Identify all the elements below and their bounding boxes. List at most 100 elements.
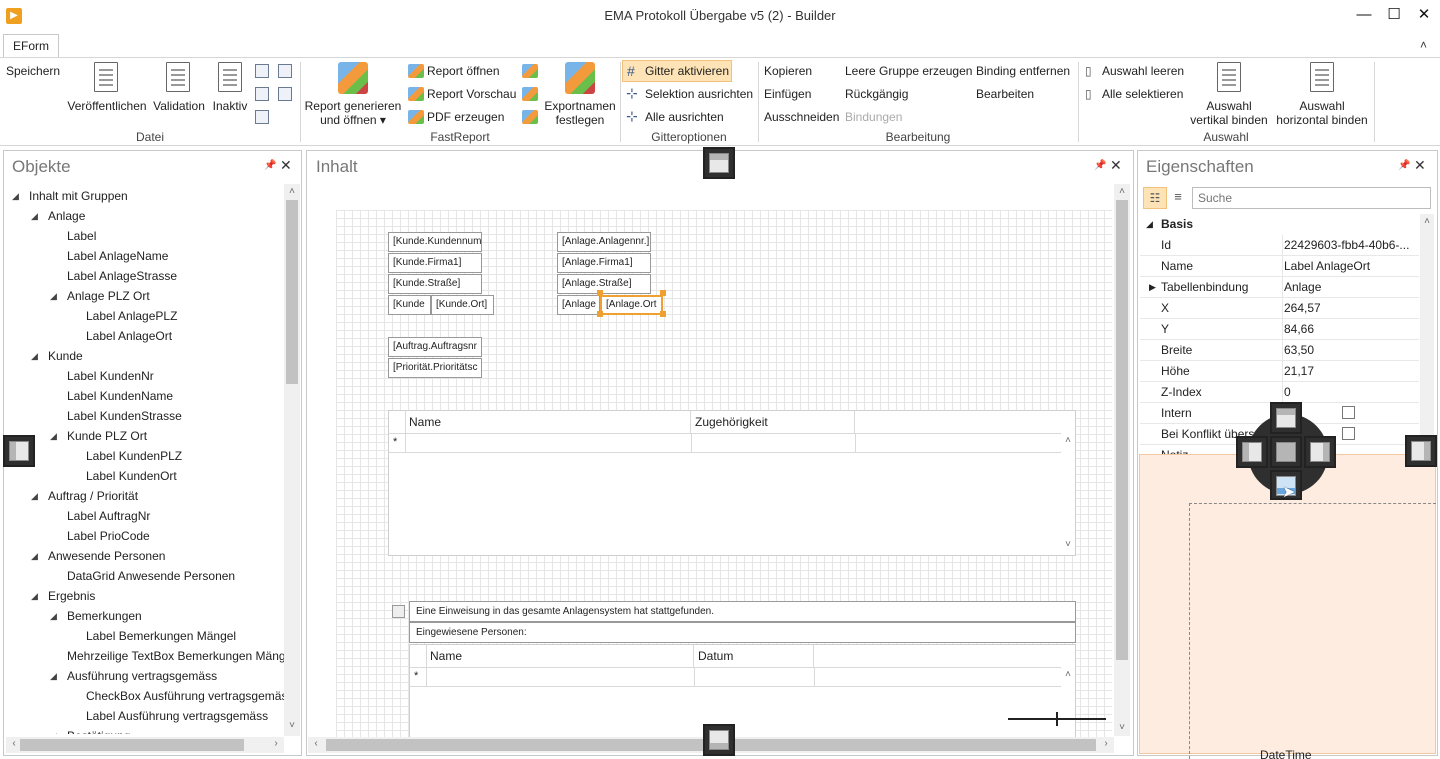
bind-horizontal-button[interactable]: Auswahl horizontal binden <box>1272 60 1372 127</box>
cut-button[interactable]: Ausschneiden <box>764 110 839 124</box>
field-kunde-plz[interactable]: [Kunde <box>388 295 431 315</box>
categorized-view-icon[interactable]: ☷ <box>1143 187 1167 209</box>
tree-item[interactable]: Label KundenPLZ <box>6 446 284 466</box>
tree-item[interactable]: Label Bemerkungen Mängel <box>6 626 284 646</box>
collapse-arrow-icon[interactable]: ◢ <box>1146 214 1153 234</box>
dock-compass-center-icon[interactable] <box>1270 436 1302 468</box>
scroll-thumb[interactable] <box>286 200 298 384</box>
inactive-button[interactable]: Inaktiv <box>210 60 250 116</box>
expand-arrow-icon[interactable]: ◢ <box>50 286 57 306</box>
label-einweisung[interactable]: Eine Einweisung in das gesamte Anlagensy… <box>409 601 1076 622</box>
design-canvas[interactable]: [Kunde.Kundennum [Kunde.Firma1] [Kunde.S… <box>336 210 1112 738</box>
paste-button[interactable]: Einfügen <box>764 87 811 101</box>
report-option-icon-3[interactable] <box>522 110 538 124</box>
tree-item[interactable]: ◢ Inhalt mit Gruppen <box>6 186 284 206</box>
create-pdf-button[interactable]: PDF erzeugen <box>427 110 504 124</box>
zoom-slider-thumb[interactable] <box>1056 712 1058 726</box>
field-kunde-nr[interactable]: [Kunde.Kundennum <box>388 232 482 252</box>
edit-button[interactable]: Bearbeiten <box>976 87 1034 101</box>
field-anlage-plz[interactable]: [Anlage <box>557 295 600 315</box>
field-kunde-ort[interactable]: [Kunde.Ort] <box>431 295 494 315</box>
select-all-button[interactable]: Alle selektieren <box>1102 87 1183 101</box>
column-header-datum[interactable]: Datum <box>694 645 814 667</box>
dock-left-guide-icon[interactable] <box>3 435 35 467</box>
scroll-up-icon[interactable]: ˄ <box>1420 216 1434 227</box>
property-value[interactable]: Label AnlageOrt <box>1282 256 1416 276</box>
expand-arrow-icon[interactable]: ◢ <box>31 546 38 566</box>
new-row[interactable]: * <box>389 433 1061 453</box>
publish-button[interactable]: Veröffentlichen <box>66 60 148 116</box>
close-window-button[interactable]: ✕ <box>1410 4 1438 28</box>
tree-item[interactable]: ◢ Anlage PLZ Ort <box>6 286 284 306</box>
grid-activate-button[interactable]: # Gitter aktivieren <box>622 60 732 82</box>
property-value[interactable]: 21,17 <box>1282 361 1416 381</box>
expand-arrow-icon[interactable]: ◢ <box>50 726 57 734</box>
generate-report-button[interactable]: Report generieren und öffnen ▾ <box>304 60 402 127</box>
datagrid-anwesende-personen[interactable]: Name Zugehörigkeit * ˄ ˅ <box>388 410 1076 556</box>
label-eingewiesene-personen[interactable]: Eingewiesene Personen: <box>409 622 1076 643</box>
create-empty-group-button[interactable]: Leere Gruppe erzeugen <box>845 64 972 78</box>
close-properties-panel-icon[interactable]: ✕ <box>1414 157 1426 174</box>
field-kunde-firma[interactable]: [Kunde.Firma1] <box>388 253 482 273</box>
remove-binding-button[interactable]: Binding entfernen <box>976 64 1070 78</box>
tree-item[interactable]: Label KundenOrt <box>6 466 284 486</box>
tab-eform[interactable]: EForm <box>3 34 59 58</box>
tree-item[interactable]: Label <box>6 226 284 246</box>
scroll-thumb[interactable] <box>20 739 244 751</box>
minimize-button[interactable]: — <box>1350 4 1378 28</box>
tree-item[interactable]: Label Ausführung vertragsgemäss <box>6 706 284 726</box>
tree-item[interactable]: Label KundenNr <box>6 366 284 386</box>
bind-vertical-button[interactable]: Auswahl vertikal binden <box>1188 60 1270 127</box>
property-row[interactable]: Breite 63,50 <box>1140 340 1419 361</box>
tree-item[interactable]: Label KundenName <box>6 386 284 406</box>
content-vertical-scrollbar[interactable]: ˄ ˅ <box>1114 184 1130 736</box>
undo-button[interactable]: Rückgängig <box>845 87 908 101</box>
property-category-basis[interactable]: ◢ Basis <box>1140 214 1419 235</box>
field-prioritaet[interactable]: [Priorität.Prioritätsc <box>388 358 482 378</box>
resize-handle[interactable] <box>660 290 666 296</box>
property-search-input[interactable] <box>1192 187 1431 209</box>
scroll-left-icon[interactable]: ‹ <box>310 738 322 749</box>
close-objects-panel-icon[interactable]: ✕ <box>280 157 292 174</box>
dock-bottom-guide-icon[interactable] <box>703 724 735 756</box>
expand-arrow-icon[interactable]: ◢ <box>50 426 57 446</box>
column-header-name[interactable]: Name <box>426 645 694 667</box>
move-file-icon[interactable] <box>255 110 269 124</box>
dock-compass-top-icon[interactable] <box>1270 402 1302 434</box>
tree-item[interactable]: ◢ Bemerkungen <box>6 606 284 626</box>
tree-item[interactable]: ◢ Auftrag / Priorität <box>6 486 284 506</box>
new-row[interactable]: * <box>410 667 1061 687</box>
dock-compass-right-icon[interactable] <box>1304 436 1336 468</box>
dock-right-guide-icon[interactable] <box>1405 435 1437 467</box>
scroll-up-icon[interactable]: ˄ <box>1114 186 1130 197</box>
grid-scroll-down-icon[interactable]: ˅ <box>1061 539 1075 550</box>
scroll-thumb[interactable] <box>1116 200 1128 660</box>
tree-item[interactable]: ◢ Ergebnis <box>6 586 284 606</box>
field-anlage-firma[interactable]: [Anlage.Firma1] <box>557 253 651 273</box>
import-icon[interactable] <box>255 64 269 78</box>
tree-item[interactable]: Label AnlageOrt <box>6 326 284 346</box>
tree-item[interactable]: ◢ Bestätigung <box>6 726 284 734</box>
tree-item[interactable]: CheckBox Ausführung vertragsgemäs <box>6 686 284 706</box>
copy-button[interactable]: Kopieren <box>764 64 812 78</box>
field-anlage-nr[interactable]: [Anlage.Anlagennr.] <box>557 232 651 252</box>
tree-item[interactable]: ◢ Anwesende Personen <box>6 546 284 566</box>
objects-vertical-scrollbar[interactable]: ˄ ˅ <box>284 184 300 736</box>
property-value[interactable]: 84,66 <box>1282 319 1416 339</box>
expand-arrow-icon[interactable]: ◢ <box>31 586 38 606</box>
property-value[interactable]: 264,57 <box>1282 298 1416 318</box>
expand-arrow-icon[interactable]: ◢ <box>12 186 19 206</box>
properties-vertical-scrollbar[interactable]: ˄ <box>1420 214 1434 454</box>
resize-handle[interactable] <box>660 311 666 317</box>
pin-icon[interactable]: 📌 <box>264 160 276 171</box>
tree-item[interactable]: Label KundenStrasse <box>6 406 284 426</box>
scroll-up-icon[interactable]: ˄ <box>284 186 300 197</box>
dock-top-guide-icon[interactable] <box>703 147 735 179</box>
property-checkbox[interactable] <box>1342 406 1355 419</box>
column-header-name[interactable]: Name <box>405 411 691 433</box>
objects-horizontal-scrollbar[interactable]: ‹ › <box>6 737 284 753</box>
collapse-ribbon-icon[interactable]: ˄ <box>1420 38 1434 52</box>
tree-item[interactable]: ◢ Ausführung vertragsgemäss <box>6 666 284 686</box>
field-auftrag-nr[interactable]: [Auftrag.Auftragsnr <box>388 337 482 357</box>
report-option-icon-2[interactable] <box>522 87 538 101</box>
